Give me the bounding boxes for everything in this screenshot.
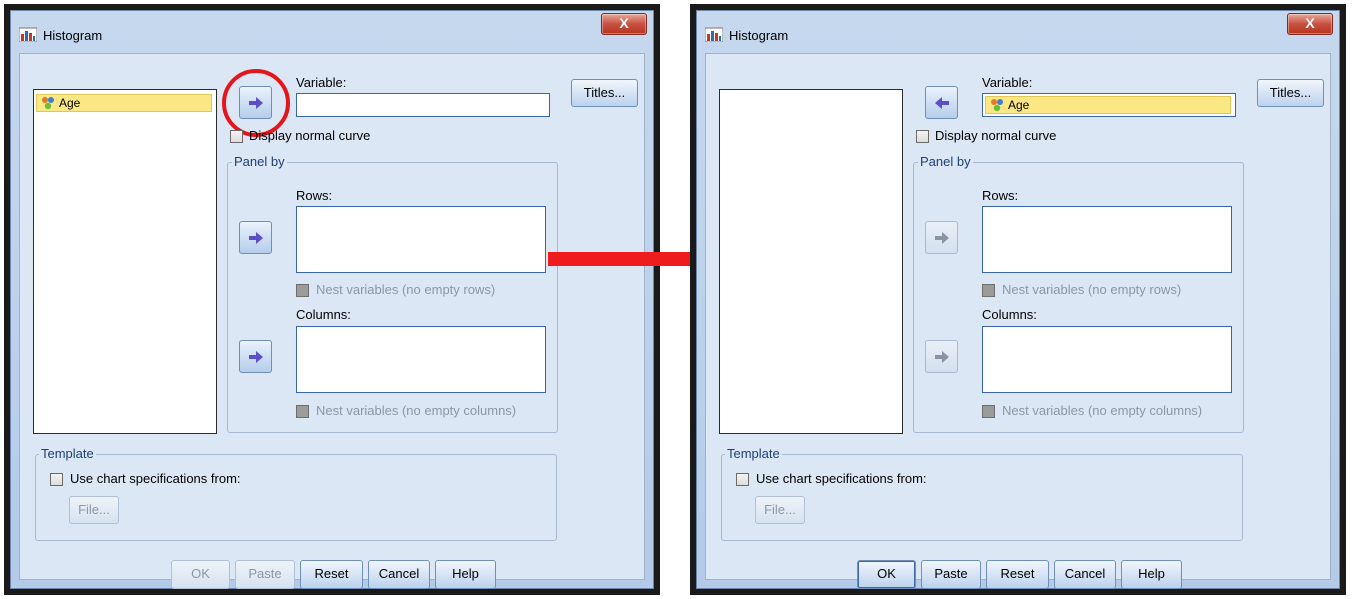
- arrow-right-icon: [249, 351, 263, 363]
- titles-button[interactable]: Titles...: [571, 79, 638, 107]
- reset-label: Reset: [1000, 566, 1035, 581]
- nest-columns-checkbox[interactable]: [296, 405, 309, 418]
- arrow-right-icon: [249, 232, 263, 244]
- file-button-label: File...: [764, 502, 796, 517]
- variable-label: Variable:: [296, 75, 347, 90]
- histogram-dialog-after: Histogram X Variable: Age Titles... Disp…: [690, 4, 1346, 595]
- scale-variable-icon: [42, 97, 54, 110]
- file-button-label: File...: [78, 502, 110, 517]
- cancel-label: Cancel: [1064, 566, 1106, 581]
- variable-field-item-age[interactable]: Age: [985, 96, 1231, 114]
- histogram-app-icon: [705, 27, 723, 42]
- rows-label: Rows:: [296, 188, 333, 203]
- help-button[interactable]: Help: [1121, 560, 1182, 589]
- nest-columns-label: Nest variables (no empty columns): [316, 403, 517, 418]
- close-button[interactable]: X: [1287, 13, 1333, 35]
- rows-field[interactable]: [982, 206, 1232, 273]
- dialog-client: Age Variable: Titles... Display normal c…: [19, 53, 645, 589]
- display-normal-curve-checkbox[interactable]: [230, 130, 243, 143]
- arrow-right-icon: [935, 351, 949, 363]
- display-normal-curve-label: Display normal curve: [935, 128, 1057, 143]
- close-button[interactable]: X: [601, 13, 647, 35]
- titles-button[interactable]: Titles...: [1257, 79, 1324, 107]
- ok-label: OK: [191, 566, 210, 581]
- move-to-rows-button[interactable]: [239, 221, 272, 254]
- variable-field-value: Age: [1008, 98, 1030, 112]
- display-normal-curve-label: Display normal curve: [249, 128, 371, 143]
- help-label: Help: [452, 566, 479, 581]
- rows-label: Rows:: [982, 188, 1019, 203]
- title-bar: Histogram X: [11, 11, 653, 53]
- titles-button-label: Titles...: [583, 85, 626, 100]
- rows-field[interactable]: [296, 206, 546, 273]
- move-to-rows-button[interactable]: [925, 221, 958, 254]
- display-normal-curve-checkbox[interactable]: [916, 130, 929, 143]
- use-chart-spec-checkbox[interactable]: [736, 473, 749, 486]
- file-button[interactable]: File...: [755, 496, 805, 524]
- move-back-button[interactable]: [925, 86, 958, 119]
- title-bar: Histogram X: [697, 11, 1339, 53]
- titles-button-label: Titles...: [1269, 85, 1312, 100]
- cancel-button[interactable]: Cancel: [1054, 560, 1116, 589]
- close-icon[interactable]: X: [619, 15, 628, 31]
- ok-label: OK: [877, 566, 896, 581]
- ok-button[interactable]: OK: [857, 560, 916, 589]
- help-label: Help: [1138, 566, 1165, 581]
- variable-label: Variable:: [982, 75, 1033, 90]
- nest-rows-checkbox[interactable]: [296, 284, 309, 297]
- cancel-label: Cancel: [378, 566, 420, 581]
- paste-button[interactable]: Paste: [235, 560, 295, 589]
- scale-variable-icon: [991, 99, 1003, 112]
- nest-columns-checkbox[interactable]: [982, 405, 995, 418]
- variable-field[interactable]: [296, 93, 550, 117]
- histogram-app-icon: [19, 27, 37, 42]
- template-label: Template: [39, 446, 96, 461]
- dialog-title: Histogram: [729, 28, 789, 43]
- paste-button[interactable]: Paste: [921, 560, 981, 589]
- help-button[interactable]: Help: [435, 560, 496, 589]
- reset-button[interactable]: Reset: [300, 560, 363, 589]
- close-icon[interactable]: X: [1305, 15, 1314, 31]
- use-chart-spec-label: Use chart specifications from:: [70, 471, 241, 486]
- panel-by-label: Panel by: [232, 154, 287, 169]
- list-item-age[interactable]: Age: [36, 94, 212, 112]
- move-to-columns-button[interactable]: [239, 340, 272, 373]
- nest-columns-label: Nest variables (no empty columns): [1002, 403, 1203, 418]
- nest-rows-label: Nest variables (no empty rows): [1002, 282, 1182, 297]
- ok-button[interactable]: OK: [171, 560, 230, 589]
- list-item-label: Age: [59, 96, 81, 110]
- columns-label: Columns:: [982, 307, 1037, 322]
- paste-label: Paste: [248, 566, 282, 581]
- move-to-columns-button[interactable]: [925, 340, 958, 373]
- source-variable-list[interactable]: [719, 89, 903, 434]
- reset-label: Reset: [314, 566, 349, 581]
- template-label: Template: [725, 446, 782, 461]
- arrow-right-icon: [935, 232, 949, 244]
- nest-rows-checkbox[interactable]: [982, 284, 995, 297]
- source-variable-list[interactable]: Age: [33, 89, 217, 434]
- columns-field[interactable]: [296, 326, 546, 393]
- dialog-frame: Histogram X Variable: Age Titles... Disp…: [696, 10, 1340, 589]
- reset-button[interactable]: Reset: [986, 560, 1049, 589]
- use-chart-spec-label: Use chart specifications from:: [756, 471, 927, 486]
- paste-label: Paste: [934, 566, 968, 581]
- columns-field[interactable]: [982, 326, 1232, 393]
- variable-field[interactable]: Age: [982, 93, 1236, 117]
- columns-label: Columns:: [296, 307, 351, 322]
- file-button[interactable]: File...: [69, 496, 119, 524]
- highlight-circle: [222, 69, 290, 137]
- arrow-left-icon: [935, 97, 949, 109]
- use-chart-spec-checkbox[interactable]: [50, 473, 63, 486]
- panel-by-label: Panel by: [918, 154, 973, 169]
- dialog-title: Histogram: [43, 28, 103, 43]
- nest-rows-label: Nest variables (no empty rows): [316, 282, 496, 297]
- cancel-button[interactable]: Cancel: [368, 560, 430, 589]
- dialog-client: Variable: Age Titles... Display normal c…: [705, 53, 1331, 589]
